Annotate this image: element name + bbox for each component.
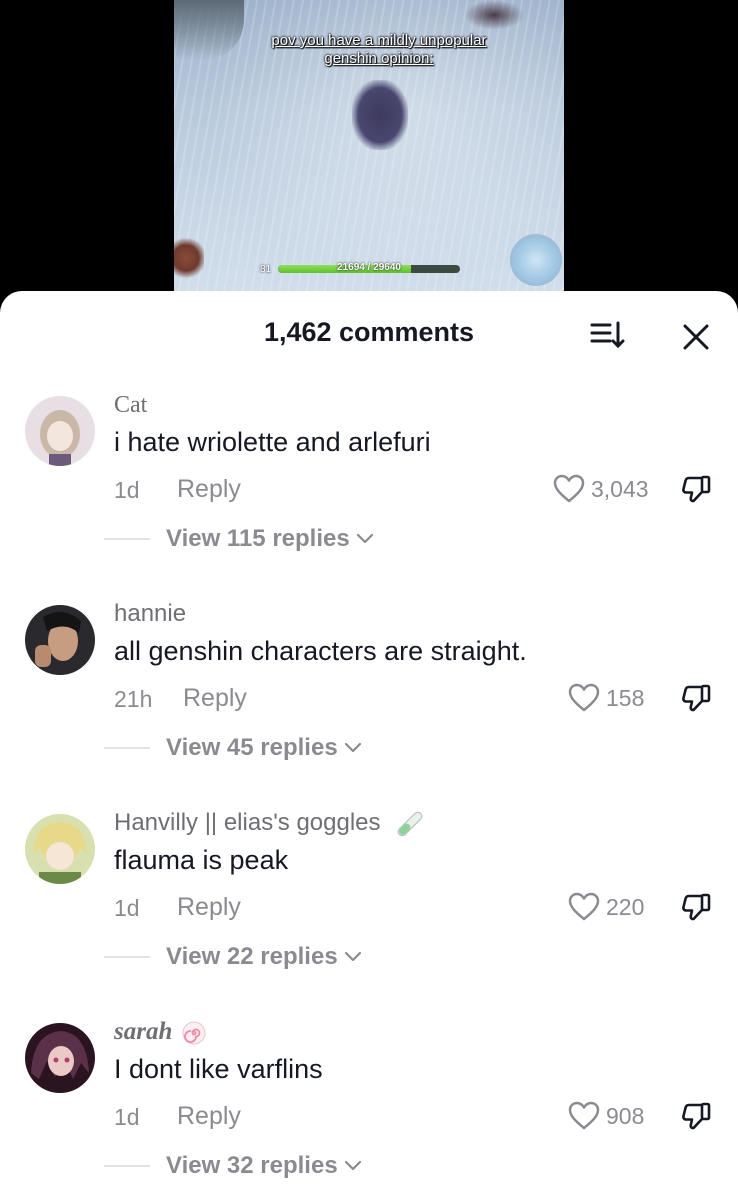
dislike-button[interactable] bbox=[680, 473, 712, 505]
chevron-down-icon bbox=[356, 533, 373, 544]
username[interactable]: Cat bbox=[114, 391, 147, 419]
view-replies-button[interactable]: View 22 replies bbox=[104, 943, 362, 971]
reply-button[interactable]: Reply bbox=[183, 684, 247, 713]
video-player[interactable]: pov you have a mildly unpopular genshin … bbox=[0, 0, 738, 310]
like-button[interactable]: 220 bbox=[568, 891, 644, 923]
dislike-icon bbox=[682, 475, 711, 503]
comment-text: flauma is peak bbox=[114, 845, 289, 875]
username-text: Hanvilly || elias's goggles bbox=[114, 809, 381, 836]
view-replies-button[interactable]: View 45 replies bbox=[104, 734, 362, 762]
avatar-image bbox=[25, 396, 95, 466]
view-replies-button[interactable]: View 32 replies bbox=[104, 1152, 362, 1180]
comments-header: 1,462 comments bbox=[0, 291, 738, 377]
like-button[interactable]: 908 bbox=[568, 1100, 644, 1132]
comments-sheet: 1,462 comments Cat i hate wriolette and … bbox=[0, 291, 738, 1199]
caption-line-1: pov you have a mildly unpopular bbox=[271, 32, 487, 49]
comment-time: 1d bbox=[114, 477, 140, 503]
divider bbox=[104, 538, 150, 540]
dislike-icon bbox=[682, 893, 711, 921]
username[interactable]: sarah bbox=[114, 1018, 207, 1046]
chevron-down-icon bbox=[344, 951, 361, 962]
avatar-image bbox=[25, 1023, 95, 1093]
like-count: 3,043 bbox=[591, 475, 649, 502]
view-replies-text: View 45 replies bbox=[166, 734, 338, 761]
avatar-image bbox=[25, 814, 95, 884]
hud-health-text: 21694 / 29640 bbox=[337, 262, 401, 273]
chevron-down-icon bbox=[344, 1160, 361, 1171]
close-icon bbox=[683, 324, 709, 350]
test-tube-icon bbox=[397, 811, 423, 837]
dislike-button[interactable] bbox=[680, 891, 712, 923]
like-button[interactable]: 3,043 bbox=[553, 473, 649, 505]
divider bbox=[104, 956, 150, 958]
comment-time: 1d bbox=[114, 1104, 140, 1130]
comment-time: 21h bbox=[114, 686, 153, 712]
dislike-button[interactable] bbox=[680, 682, 712, 714]
comment-item: hannie all genshin characters are straig… bbox=[0, 586, 738, 795]
comment-item: Cat i hate wriolette and arlefuri 1d Rep… bbox=[0, 377, 738, 586]
like-count: 158 bbox=[606, 684, 645, 711]
dislike-icon bbox=[682, 1102, 711, 1130]
view-replies-text: View 32 replies bbox=[166, 1152, 338, 1179]
username[interactable]: hannie bbox=[114, 600, 186, 628]
video-character bbox=[352, 80, 408, 150]
divider bbox=[104, 747, 150, 749]
heart-icon bbox=[568, 892, 600, 921]
comment-item: Hanvilly || elias's goggles flauma is pe… bbox=[0, 795, 738, 1004]
divider bbox=[104, 1165, 150, 1167]
like-count: 220 bbox=[606, 893, 645, 920]
hud-party-avatar bbox=[174, 236, 204, 280]
username-text: sarah bbox=[114, 1018, 173, 1045]
like-button[interactable]: 158 bbox=[568, 682, 644, 714]
hud-level: 81 bbox=[260, 264, 272, 275]
comment-item: sarah I dont like varflins 1d Reply 908 bbox=[0, 1004, 738, 1199]
heart-icon bbox=[553, 474, 585, 503]
avatar[interactable] bbox=[25, 1023, 95, 1093]
caption-line-2: genshin opinion: bbox=[324, 50, 434, 67]
sort-button[interactable] bbox=[588, 319, 628, 351]
username-text: Cat bbox=[114, 392, 148, 418]
avatar[interactable] bbox=[25, 396, 95, 466]
close-button[interactable] bbox=[678, 319, 714, 355]
avatar[interactable] bbox=[25, 605, 95, 675]
heart-icon bbox=[568, 683, 600, 712]
chevron-down-icon bbox=[344, 742, 361, 753]
view-replies-text: View 115 replies bbox=[166, 525, 350, 552]
avatar[interactable] bbox=[25, 814, 95, 884]
hud-skill-icon bbox=[510, 234, 562, 286]
view-replies-text: View 22 replies bbox=[166, 943, 338, 970]
reply-button[interactable]: Reply bbox=[177, 1102, 241, 1131]
like-count: 908 bbox=[606, 1102, 645, 1129]
narutomaki-icon bbox=[182, 1021, 206, 1045]
comment-time: 1d bbox=[114, 895, 140, 921]
comment-text: i hate wriolette and arlefuri bbox=[114, 427, 431, 457]
comment-text: all genshin characters are straight. bbox=[114, 636, 527, 666]
reply-button[interactable]: Reply bbox=[177, 475, 241, 504]
view-replies-button[interactable]: View 115 replies bbox=[104, 525, 374, 553]
comment-text: I dont like varflins bbox=[114, 1054, 323, 1084]
reply-button[interactable]: Reply bbox=[177, 893, 241, 922]
dislike-button[interactable] bbox=[680, 1100, 712, 1132]
username[interactable]: Hanvilly || elias's goggles bbox=[114, 809, 425, 837]
heart-icon bbox=[568, 1101, 600, 1130]
video-caption: pov you have a mildly unpopular genshin … bbox=[174, 32, 564, 68]
avatar-image bbox=[25, 605, 95, 675]
video-frame[interactable]: pov you have a mildly unpopular genshin … bbox=[174, 0, 564, 310]
video-character-background bbox=[464, 0, 524, 30]
sort-icon bbox=[590, 321, 625, 349]
dislike-icon bbox=[682, 684, 711, 712]
